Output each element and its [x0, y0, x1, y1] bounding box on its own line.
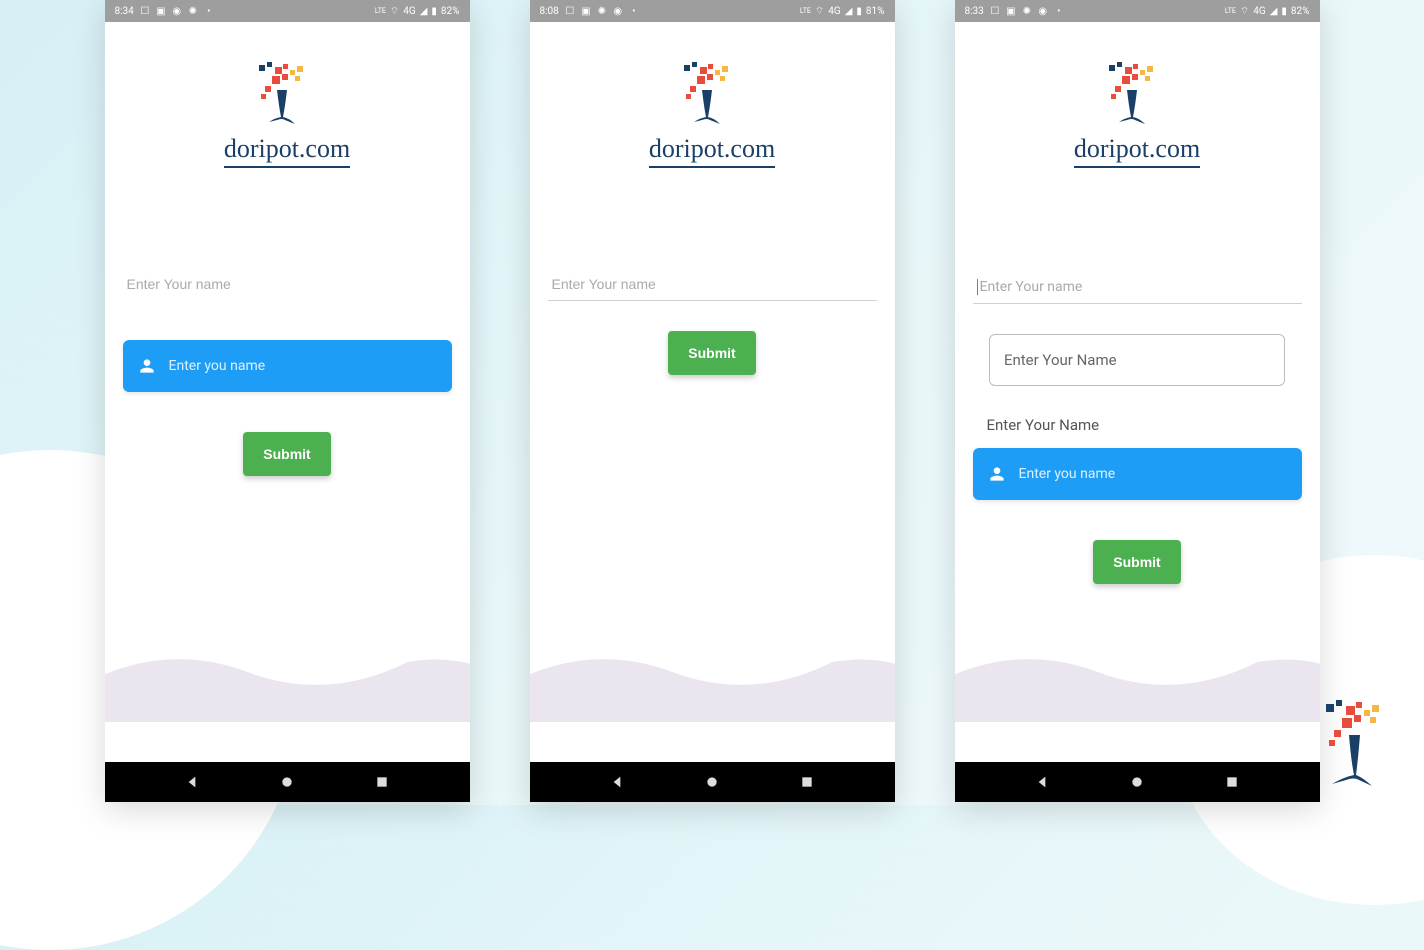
status-time: 8:08: [540, 6, 559, 17]
name-field-label: Enter Your Name: [973, 416, 1302, 434]
android-status-bar: 8:08 ☐ ▣ ✺ ◉ • LTE ⌔ 4G ◢ ▮ 81%: [530, 0, 895, 22]
corner-tree-logo-icon: [1314, 700, 1404, 800]
battery-percent: 82%: [1291, 6, 1310, 17]
name-input-underline[interactable]: [123, 268, 452, 300]
app-body: doripot.com Enter you name Submit: [105, 22, 470, 762]
tree-logo-icon: [672, 62, 752, 132]
tree-logo-icon: [247, 62, 327, 132]
status-icon: ◉: [172, 6, 182, 16]
filled-input-placeholder: Enter you name: [169, 358, 266, 374]
status-icon: ▣: [156, 6, 166, 16]
outlined-placeholder: Enter Your Name: [1004, 351, 1117, 369]
network-label: 4G: [403, 6, 415, 17]
brand-logo: doripot.com: [649, 62, 775, 168]
nav-home-icon[interactable]: [704, 774, 720, 790]
android-nav-bar: [955, 762, 1320, 802]
signal-icon: ◢: [420, 6, 428, 17]
battery-icon: ▮: [431, 6, 437, 17]
lte-icon: LTE: [1225, 7, 1236, 15]
status-time: 8:33: [965, 6, 984, 17]
decorative-wave: [530, 602, 895, 722]
brand-logo: doripot.com: [1074, 62, 1200, 168]
battery-percent: 81%: [866, 6, 885, 17]
decorative-wave: [105, 602, 470, 722]
status-icon: ✺: [597, 6, 607, 16]
person-icon: [137, 356, 157, 376]
status-icon: ▣: [581, 6, 591, 16]
status-icon: ◉: [613, 6, 623, 16]
app-body: doripot.com Submit: [530, 22, 895, 762]
status-icon: ▣: [1006, 6, 1016, 16]
nav-home-icon[interactable]: [1129, 774, 1145, 790]
decorative-wave: [955, 602, 1320, 722]
wifi-icon: ⌔: [1240, 5, 1249, 18]
wifi-icon: ⌔: [390, 5, 399, 18]
status-icon: •: [629, 6, 639, 16]
name-input-filled[interactable]: Enter you name: [123, 340, 452, 392]
android-status-bar: 8:33 ☐ ▣ ✺ ◉ • LTE ⌔ 4G ◢ ▮ 82%: [955, 0, 1320, 22]
android-nav-bar: [530, 762, 895, 802]
wifi-icon: ⌔: [815, 5, 824, 18]
status-icon: ✺: [1022, 6, 1032, 16]
nav-home-icon[interactable]: [279, 774, 295, 790]
submit-button[interactable]: Submit: [668, 331, 755, 375]
lte-icon: LTE: [375, 7, 386, 15]
android-nav-bar: [105, 762, 470, 802]
status-icon: •: [204, 6, 214, 16]
nav-back-icon[interactable]: [609, 774, 625, 790]
nav-recent-icon[interactable]: [799, 774, 815, 790]
status-time: 8:34: [115, 6, 134, 17]
network-label: 4G: [1253, 6, 1265, 17]
person-icon: [987, 464, 1007, 484]
brand-title: doripot.com: [649, 134, 775, 168]
status-icon: ☐: [140, 6, 150, 16]
status-icon: ✺: [188, 6, 198, 16]
brand-logo: doripot.com: [224, 62, 350, 168]
placeholder-text: Enter Your name: [980, 279, 1083, 295]
name-input-underline-focused[interactable]: Enter Your name: [973, 268, 1302, 304]
status-icon: ☐: [565, 6, 575, 16]
name-input-filled[interactable]: Enter you name: [973, 448, 1302, 500]
submit-button[interactable]: Submit: [243, 432, 330, 476]
filled-input-placeholder: Enter you name: [1019, 466, 1116, 482]
signal-icon: ◢: [1270, 6, 1278, 17]
nav-recent-icon[interactable]: [1224, 774, 1240, 790]
status-icon: ◉: [1038, 6, 1048, 16]
nav-recent-icon[interactable]: [374, 774, 390, 790]
battery-icon: ▮: [856, 6, 862, 17]
phone-screen-2: 8:08 ☐ ▣ ✺ ◉ • LTE ⌔ 4G ◢ ▮ 81%: [530, 0, 895, 802]
network-label: 4G: [828, 6, 840, 17]
android-status-bar: 8:34 ☐ ▣ ◉ ✺ • LTE ⌔ 4G ◢ ▮ 82%: [105, 0, 470, 22]
phone-screen-1: 8:34 ☐ ▣ ◉ ✺ • LTE ⌔ 4G ◢ ▮ 82%: [105, 0, 470, 802]
app-body: doripot.com Enter Your name Enter Your N…: [955, 22, 1320, 762]
name-input-outlined[interactable]: Enter Your Name: [989, 334, 1285, 386]
text-cursor: [977, 279, 978, 295]
tree-logo-icon: [1097, 62, 1177, 132]
status-icon: ☐: [990, 6, 1000, 16]
battery-percent: 82%: [441, 6, 460, 17]
submit-button[interactable]: Submit: [1093, 540, 1180, 584]
status-icon: •: [1054, 6, 1064, 16]
battery-icon: ▮: [1281, 6, 1287, 17]
brand-title: doripot.com: [224, 134, 350, 168]
nav-back-icon[interactable]: [1034, 774, 1050, 790]
name-input-underline[interactable]: [548, 268, 877, 301]
phone-screen-3: 8:33 ☐ ▣ ✺ ◉ • LTE ⌔ 4G ◢ ▮ 82%: [955, 0, 1320, 802]
signal-icon: ◢: [845, 6, 853, 17]
brand-title: doripot.com: [1074, 134, 1200, 168]
lte-icon: LTE: [800, 7, 811, 15]
nav-back-icon[interactable]: [184, 774, 200, 790]
